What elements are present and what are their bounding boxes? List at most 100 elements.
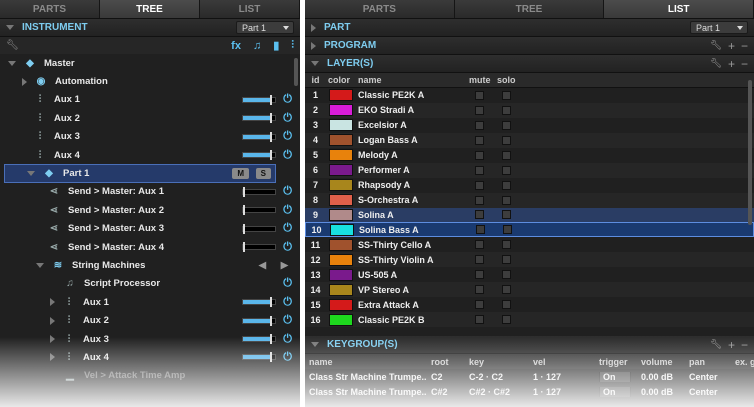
tab-parts[interactable]: PARTS bbox=[0, 0, 100, 18]
layer-color-swatch[interactable] bbox=[330, 223, 354, 236]
tree-item-script-processor[interactable]: ♫ Script Processor ⏻ bbox=[0, 275, 300, 293]
kg-volume[interactable]: 0.00 dB bbox=[637, 372, 685, 382]
mute-checkbox[interactable] bbox=[476, 225, 485, 235]
kg-pan[interactable]: Center bbox=[685, 387, 731, 397]
solo-checkbox[interactable] bbox=[502, 135, 511, 145]
layer-color-swatch[interactable] bbox=[329, 268, 353, 281]
collapse-arrow-icon[interactable] bbox=[311, 342, 319, 347]
send2-level-slider[interactable] bbox=[242, 205, 276, 216]
add-icon[interactable]: + bbox=[728, 39, 735, 53]
kcol-vel[interactable]: vel bbox=[529, 357, 595, 367]
tree-item-part-aux3[interactable]: ⫶ Aux 3 ⏻ bbox=[0, 330, 300, 348]
table-row[interactable]: 7 Rhapsody A bbox=[305, 178, 754, 193]
power-icon[interactable]: ⏻ bbox=[283, 351, 292, 364]
keygroup-row[interactable]: Class Str Machine Trumpe... C#2 C#2 · C#2 1… bbox=[305, 384, 754, 399]
table-row[interactable]: 15 Extra Attack A bbox=[305, 297, 754, 312]
table-row[interactable]: 5 Melody A bbox=[305, 148, 754, 163]
table-row[interactable]: 4 Logan Bass A bbox=[305, 132, 754, 148]
add-icon[interactable]: + bbox=[728, 57, 735, 71]
part-aux1-level-slider[interactable] bbox=[242, 297, 276, 308]
power-icon[interactable]: ⏻ bbox=[283, 241, 292, 254]
kcol-volume[interactable]: volume bbox=[637, 357, 685, 367]
solo-button[interactable]: S bbox=[255, 168, 271, 180]
collapse-arrow-icon[interactable] bbox=[311, 61, 319, 66]
mute-checkbox[interactable] bbox=[475, 240, 484, 250]
kg-trigger-select[interactable]: On bbox=[595, 371, 637, 382]
solo-checkbox[interactable] bbox=[503, 225, 512, 235]
kcol-pan[interactable]: pan bbox=[685, 357, 731, 367]
tree-item-aux2[interactable]: ⫶ Aux 2 ⏻ bbox=[0, 109, 300, 127]
expand-arrow-icon[interactable] bbox=[8, 60, 16, 66]
power-icon[interactable]: ⏻ bbox=[283, 222, 292, 235]
layer-color-swatch[interactable] bbox=[329, 119, 353, 132]
layer-color-swatch[interactable] bbox=[329, 238, 353, 251]
program-header[interactable]: PROGRAM 🔧︎ + − bbox=[305, 37, 754, 55]
solo-checkbox[interactable] bbox=[502, 210, 511, 220]
power-icon[interactable]: ⏻ bbox=[283, 314, 292, 327]
solo-checkbox[interactable] bbox=[502, 180, 511, 190]
solo-checkbox[interactable] bbox=[502, 300, 511, 310]
kg-volume[interactable]: 0.00 dB bbox=[637, 387, 685, 397]
solo-checkbox[interactable] bbox=[502, 270, 511, 280]
table-row[interactable]: 3 Excelsior A bbox=[305, 118, 754, 133]
mute-checkbox[interactable] bbox=[475, 195, 484, 205]
solo-checkbox[interactable] bbox=[502, 90, 511, 100]
remove-icon[interactable]: − bbox=[741, 39, 748, 53]
tree-item-automation[interactable]: ◉ Automation bbox=[0, 72, 300, 90]
table-row[interactable]: 11 SS-Thirty Cello A bbox=[305, 237, 754, 252]
mute-checkbox[interactable] bbox=[475, 105, 484, 115]
kcol-name[interactable]: name bbox=[305, 357, 427, 367]
layer-color-swatch[interactable] bbox=[329, 253, 353, 266]
expand-arrow-icon[interactable] bbox=[36, 262, 44, 268]
power-icon[interactable]: ⏻ bbox=[283, 277, 292, 290]
tab-list[interactable]: LIST bbox=[604, 0, 754, 18]
layer-color-swatch[interactable] bbox=[329, 208, 353, 221]
collapse-arrow-icon[interactable] bbox=[6, 25, 14, 30]
solo-checkbox[interactable] bbox=[502, 120, 511, 130]
solo-checkbox[interactable] bbox=[502, 315, 511, 325]
expand-arrow-icon[interactable] bbox=[311, 41, 316, 50]
table-row[interactable]: 8 S-Orchestra A bbox=[305, 192, 754, 208]
tree-item-part-aux2[interactable]: ⫶ Aux 2 ⏻ bbox=[0, 311, 300, 329]
col-mute[interactable]: mute bbox=[467, 75, 495, 85]
aux4-level-slider[interactable] bbox=[242, 150, 276, 161]
power-icon[interactable]: ⏻ bbox=[283, 112, 292, 125]
tree-item-master[interactable]: ◆ Master bbox=[0, 54, 300, 72]
tab-tree[interactable]: TREE bbox=[100, 0, 200, 18]
tree-item-vel-attack[interactable]: ▁ Vel > Attack Time Amp bbox=[0, 367, 300, 385]
table-row[interactable]: 1 Classic PE2K A bbox=[305, 88, 754, 103]
tree-item-aux1[interactable]: ⫶ Aux 1 ⏻ bbox=[0, 91, 300, 109]
solo-checkbox[interactable] bbox=[502, 105, 511, 115]
part-select[interactable]: Part 1 bbox=[690, 21, 748, 34]
mute-checkbox[interactable] bbox=[475, 300, 484, 310]
table-row[interactable]: 10 Solina Bass A bbox=[305, 222, 754, 238]
mute-checkbox[interactable] bbox=[475, 120, 484, 130]
kcol-trigger[interactable]: trigger bbox=[595, 357, 637, 367]
send3-level-slider[interactable] bbox=[242, 223, 276, 234]
part-header[interactable]: PART Part 1 bbox=[305, 19, 754, 37]
mute-checkbox[interactable] bbox=[475, 210, 484, 220]
fx-button[interactable]: fx bbox=[231, 40, 241, 52]
aux2-level-slider[interactable] bbox=[242, 113, 276, 124]
mute-checkbox[interactable] bbox=[475, 180, 484, 190]
mute-button[interactable]: M bbox=[232, 168, 250, 180]
layer-color-swatch[interactable] bbox=[329, 89, 353, 102]
tab-tree[interactable]: TREE bbox=[454, 0, 605, 18]
solo-checkbox[interactable] bbox=[502, 285, 511, 295]
note-icon[interactable]: ♫ bbox=[253, 40, 261, 52]
layer-color-swatch[interactable] bbox=[329, 164, 353, 177]
layer-color-swatch[interactable] bbox=[329, 283, 353, 296]
col-name[interactable]: name bbox=[356, 75, 467, 85]
layer-color-swatch[interactable] bbox=[329, 134, 353, 147]
table-row[interactable]: 12 SS-Thirty Violin A bbox=[305, 252, 754, 268]
solo-checkbox[interactable] bbox=[502, 195, 511, 205]
wrench-icon[interactable]: 🔧︎ bbox=[6, 40, 19, 51]
next-arrow-icon[interactable]: ▶ bbox=[281, 260, 288, 271]
mute-checkbox[interactable] bbox=[475, 270, 484, 280]
keygroup-row[interactable]: Class Str Machine Trumpe... C2 C-2 · C2 1 ·… bbox=[305, 369, 754, 384]
layer-color-swatch[interactable] bbox=[329, 179, 353, 192]
part-select[interactable]: Part 1 bbox=[236, 21, 294, 34]
mute-checkbox[interactable] bbox=[475, 255, 484, 265]
wrench-icon[interactable]: 🔧︎ bbox=[710, 58, 722, 69]
bars-icon[interactable]: ▮ bbox=[273, 39, 279, 52]
